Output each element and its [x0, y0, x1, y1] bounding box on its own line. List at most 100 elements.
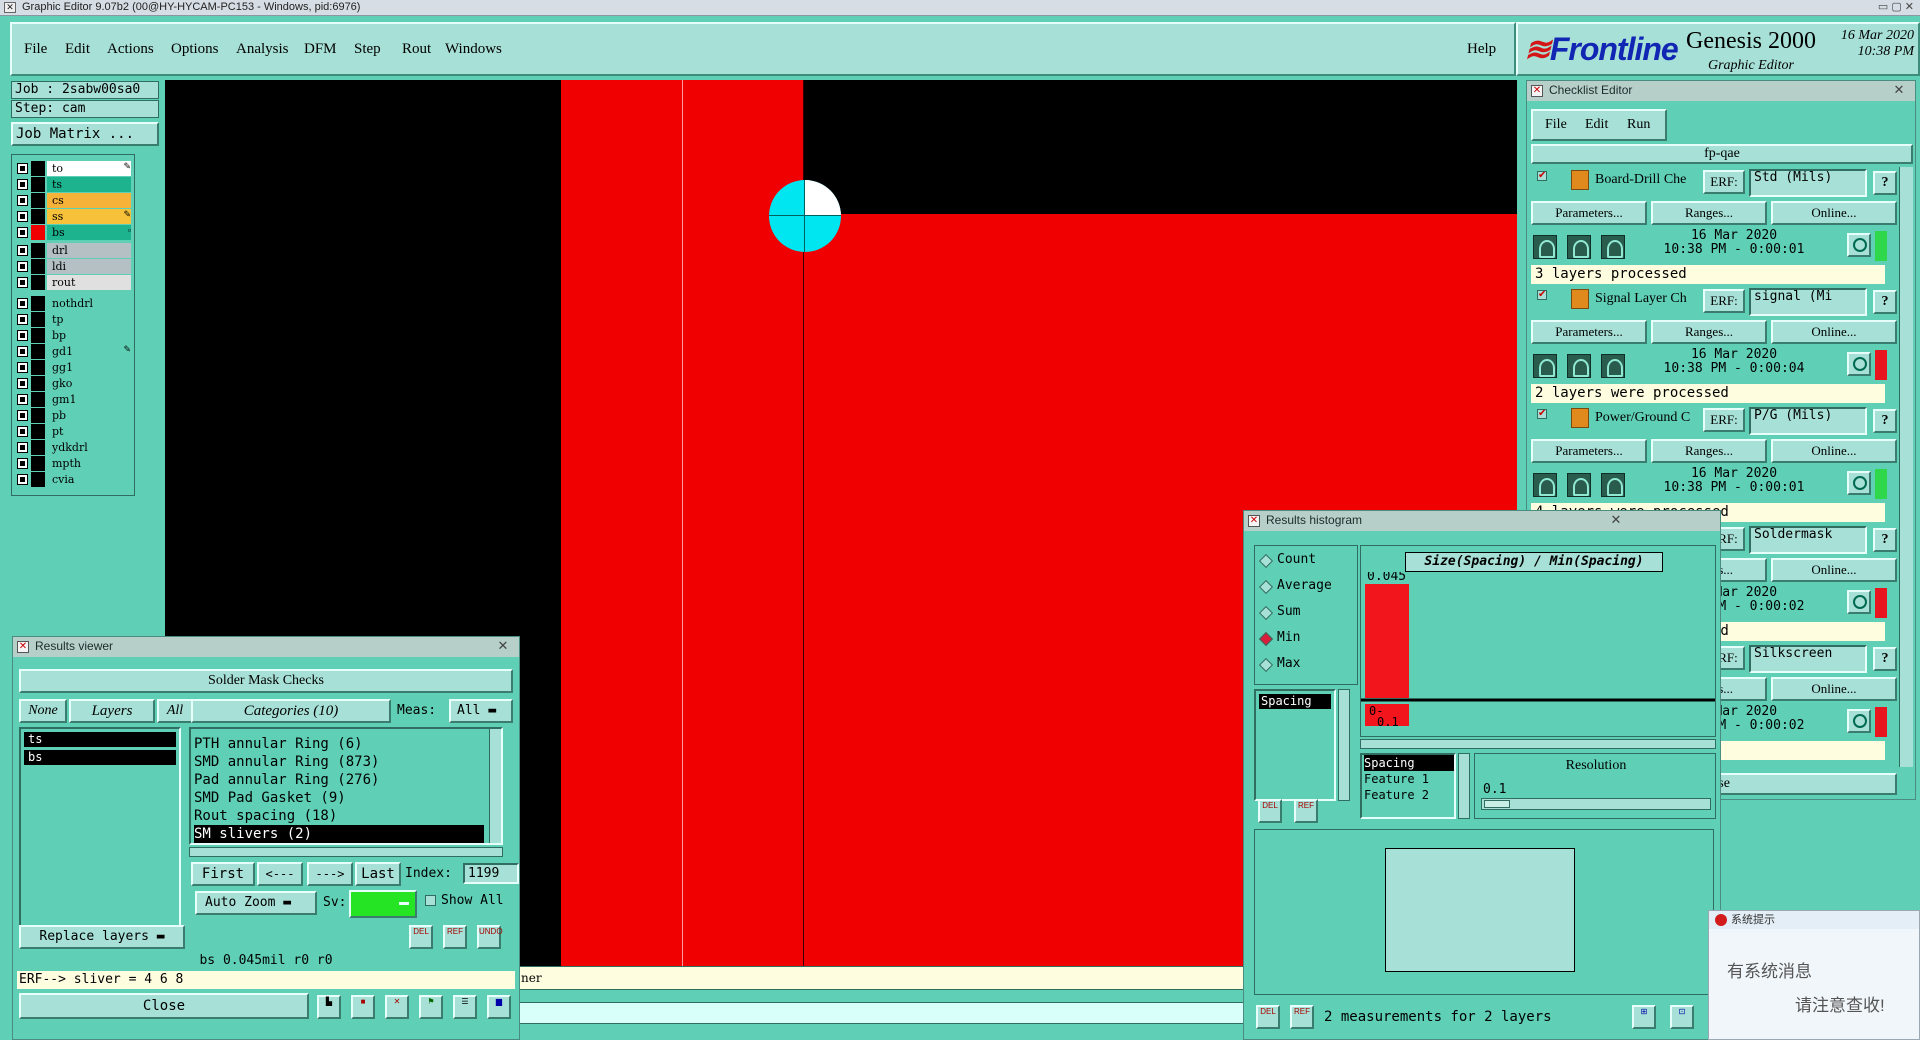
layers-button[interactable]: Layers	[69, 699, 155, 723]
help-icon[interactable]: ?	[1873, 647, 1897, 671]
layer-checkbox[interactable]	[17, 394, 28, 405]
layer-checkbox[interactable]	[17, 277, 28, 288]
slider-handle[interactable]	[1484, 800, 1510, 808]
scrollbar[interactable]	[489, 729, 501, 843]
measure-type-list[interactable]: Spacing	[1254, 689, 1336, 801]
layer-checkbox[interactable]	[17, 378, 28, 389]
category-list[interactable]: PTH annular Ring (6) SMD annular Ring (8…	[189, 727, 503, 845]
menu-windows[interactable]: Windows	[445, 41, 502, 58]
radio-icon[interactable]	[1258, 657, 1274, 673]
layer-checkbox[interactable]	[17, 426, 28, 437]
layer-checkbox[interactable]	[17, 298, 28, 309]
none-button[interactable]: None	[19, 699, 67, 723]
layer-checkbox[interactable]	[17, 245, 28, 256]
option-sum[interactable]: Sum	[1255, 604, 1355, 624]
meas-dropdown[interactable]: All ▬	[449, 699, 513, 723]
list-item[interactable]: ts	[24, 732, 176, 747]
export-icon[interactable]: ⊡	[1670, 1005, 1694, 1029]
command-line[interactable]	[508, 1002, 1245, 1024]
layer-name[interactable]: pb	[47, 408, 131, 423]
layer-row-ts[interactable]: ts	[15, 177, 133, 192]
layer-row-cs[interactable]: cs	[15, 193, 133, 208]
layer-checkbox[interactable]	[17, 458, 28, 469]
layer-name[interactable]: ldi	[47, 259, 131, 274]
layer-checkbox[interactable]	[17, 211, 28, 222]
horizontal-scrollbar[interactable]	[189, 847, 503, 857]
layer-result-list[interactable]: ts bs	[19, 727, 181, 931]
layer-checkbox[interactable]	[17, 163, 28, 174]
layer-row-gg1[interactable]: gg1	[15, 360, 133, 375]
checklist-titlebar[interactable]: ✕ Checklist Editor ✕	[1527, 81, 1915, 101]
checklist-scrollbar[interactable]	[1899, 167, 1913, 767]
categories-button[interactable]: Categories (10)	[191, 699, 391, 723]
results-viewer-titlebar[interactable]: ✕ Results viewer ✕	[13, 637, 519, 657]
layer-color-swatch[interactable]	[31, 328, 45, 343]
layer-color-swatch[interactable]	[31, 440, 45, 455]
layer-checkbox[interactable]	[17, 474, 28, 485]
severity-dropdown[interactable]	[349, 890, 417, 918]
list-item[interactable]: Rout spacing (18)	[194, 807, 484, 825]
layer-row-gm1[interactable]: gm1	[15, 392, 133, 407]
layer-color-swatch[interactable]	[31, 456, 45, 471]
close-icon[interactable]: ✕	[17, 641, 29, 653]
zoom-icon[interactable]	[1847, 590, 1871, 614]
layer-row-bs[interactable]: bs ▫	[15, 225, 133, 240]
run-icon[interactable]	[1567, 354, 1591, 378]
radio-icon[interactable]	[1258, 631, 1274, 647]
scrollbar[interactable]	[1458, 753, 1470, 819]
bars-icon[interactable]: ▙	[317, 995, 341, 1019]
menu-file[interactable]: File	[24, 41, 47, 58]
layer-name[interactable]: ydkdrl	[47, 440, 131, 455]
layer-name[interactable]: ss	[47, 209, 131, 224]
zoom-icon[interactable]: ⊞	[1632, 1005, 1656, 1029]
layer-row-bp[interactable]: bp	[15, 328, 133, 343]
layer-row-ss[interactable]: ss ✎	[15, 209, 133, 224]
radio-icon[interactable]	[1258, 579, 1274, 595]
layer-checkbox[interactable]	[17, 330, 28, 341]
job-matrix-button[interactable]: Job Matrix ...	[11, 122, 159, 146]
layer-color-swatch[interactable]	[31, 275, 45, 290]
list-item[interactable]: bs	[24, 750, 176, 765]
run-icon[interactable]	[1533, 473, 1557, 497]
window-close-icon[interactable]: ✕	[1891, 83, 1907, 97]
layer-row-mpth[interactable]: mpth	[15, 456, 133, 471]
list-item[interactable]: SMD Pad Gasket (9)	[194, 789, 484, 807]
layer-color-swatch[interactable]	[31, 392, 45, 407]
histogram-bar[interactable]	[1365, 584, 1409, 698]
layer-color-swatch[interactable]	[31, 296, 45, 311]
erf-field[interactable]: Std (Mils)	[1749, 169, 1867, 197]
undo-icon[interactable]: UNDO	[477, 925, 503, 949]
run-icon[interactable]	[1533, 235, 1557, 259]
scrollbar[interactable]	[1338, 689, 1350, 801]
layer-name[interactable]: mpth	[47, 456, 131, 471]
resolution-slider[interactable]	[1481, 798, 1711, 810]
help-icon[interactable]: ?	[1873, 409, 1897, 433]
close-icon[interactable]: ✕	[1531, 85, 1543, 97]
replace-layers-dropdown[interactable]: Replace layers ▬	[19, 925, 185, 949]
menu-edit[interactable]: Edit	[65, 41, 90, 58]
online-button[interactable]: Online...	[1771, 677, 1897, 701]
list-item[interactable]: Spacing	[1259, 694, 1331, 709]
list-item[interactable]: Spacing	[1364, 755, 1454, 771]
layer-color-swatch[interactable]	[31, 161, 45, 176]
histogram-icon[interactable]: ▆	[487, 995, 511, 1019]
list-item[interactable]: Feature 1	[1364, 771, 1454, 787]
layer-color-swatch[interactable]	[31, 243, 45, 258]
parameters-button[interactable]: Parameters...	[1531, 201, 1647, 225]
menu-help[interactable]: Help	[1467, 41, 1496, 58]
index-field[interactable]: 1199	[463, 863, 519, 884]
check-enable-checkbox[interactable]: ✔	[1537, 409, 1547, 419]
layer-row-nothdrl[interactable]: nothdrl	[15, 296, 133, 311]
menu-dfm[interactable]: DFM	[304, 41, 337, 58]
zoom-icon[interactable]	[1847, 233, 1871, 257]
menu-options[interactable]: Options	[171, 41, 219, 58]
layer-color-swatch[interactable]	[31, 344, 45, 359]
report-icon[interactable]: ☰	[453, 995, 477, 1019]
zoom-icon[interactable]	[1847, 471, 1871, 495]
layer-checkbox[interactable]	[17, 314, 28, 325]
layer-color-swatch[interactable]	[31, 177, 45, 192]
menu-rout[interactable]: Rout	[402, 41, 431, 58]
list-item[interactable]: SMD annular Ring (873)	[194, 753, 484, 771]
layer-name[interactable]: gko	[47, 376, 131, 391]
menu-actions[interactable]: Actions	[107, 41, 154, 58]
